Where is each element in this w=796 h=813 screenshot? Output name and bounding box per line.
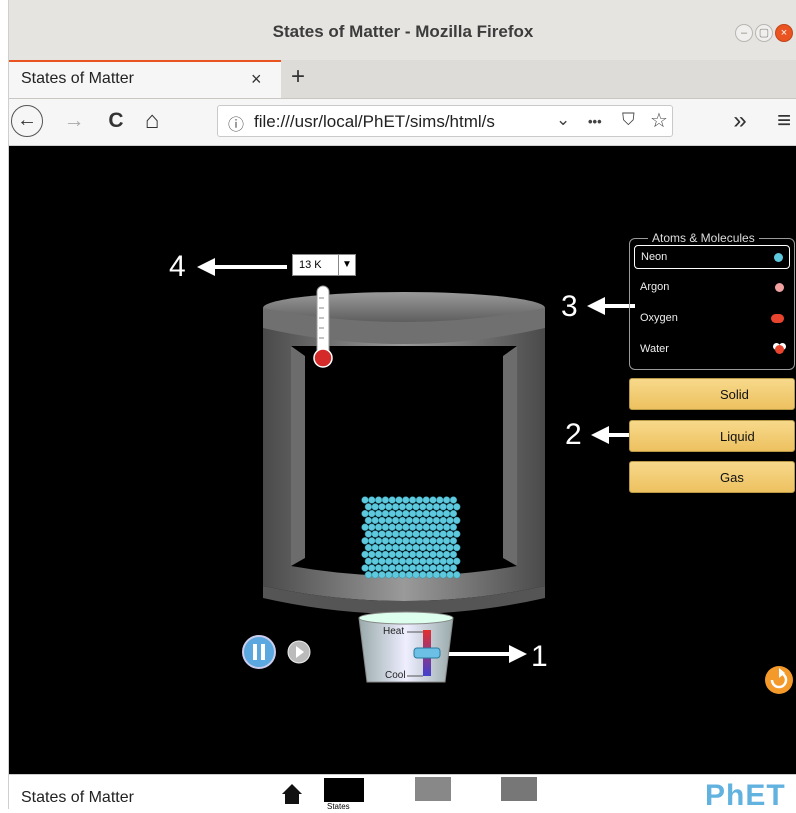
heat-label: Heat bbox=[383, 626, 405, 637]
phet-logo: PhET bbox=[705, 779, 786, 812]
temperature-value: 13 K bbox=[299, 259, 322, 271]
info-icon[interactable]: ⓘ bbox=[228, 111, 244, 135]
annotation-3: 3 bbox=[561, 290, 578, 323]
atoms-molecules-panel: Atoms & Molecules Neon Argon Oxygen Wate… bbox=[629, 231, 795, 370]
tab-label: States of Matter bbox=[21, 70, 134, 87]
screen-states-icon[interactable] bbox=[323, 777, 365, 803]
molecule-label: Neon bbox=[641, 251, 668, 263]
tab-strip: States of Matter × + bbox=[9, 60, 796, 99]
neon-atom-icon bbox=[774, 253, 783, 262]
back-button[interactable]: ← bbox=[11, 105, 43, 137]
screen-states-label: States bbox=[327, 802, 350, 811]
heat-cool-slider[interactable] bbox=[414, 648, 440, 658]
bookmark-star-icon[interactable]: ☆ bbox=[650, 108, 668, 133]
molecule-label: Argon bbox=[640, 281, 670, 293]
url-bar[interactable]: ⓘ file:///usr/local/PhET/sims/html/s ⌄ •… bbox=[217, 105, 673, 137]
annotation-2: 2 bbox=[565, 418, 582, 451]
panel-title: Atoms & Molecules bbox=[648, 231, 759, 245]
oxygen-molecule-icon bbox=[771, 314, 784, 323]
pause-button[interactable] bbox=[249, 636, 281, 668]
screen-phase-changes-icon[interactable] bbox=[415, 777, 451, 801]
url-text[interactable]: file:///usr/local/PhET/sims/html/s bbox=[254, 112, 544, 132]
liquid-label: Liquid bbox=[720, 429, 755, 444]
chevron-down-icon[interactable]: ▼ bbox=[338, 255, 355, 275]
overflow-menu-icon[interactable]: » bbox=[727, 106, 753, 136]
minimize-button[interactable]: – bbox=[735, 24, 753, 42]
pocket-icon[interactable]: ⛉ bbox=[622, 110, 635, 130]
argon-atom-icon bbox=[775, 283, 784, 292]
gas-button[interactable]: Gas bbox=[629, 461, 795, 493]
forward-button[interactable]: → bbox=[61, 106, 87, 136]
molecule-label: Water bbox=[640, 343, 669, 355]
annotation-4: 4 bbox=[169, 250, 186, 283]
url-dropdown-icon[interactable]: ⌄ bbox=[556, 110, 570, 130]
reset-all-button[interactable] bbox=[765, 666, 793, 694]
close-window-button[interactable]: × bbox=[775, 24, 793, 42]
molecule-label: Oxygen bbox=[640, 312, 678, 324]
app-title: States of Matter bbox=[21, 789, 134, 806]
reload-button[interactable]: C bbox=[103, 106, 129, 136]
maximize-button[interactable]: ▢ bbox=[755, 24, 773, 42]
new-tab-button[interactable]: + bbox=[291, 63, 305, 91]
step-button[interactable] bbox=[288, 641, 310, 663]
solid-button[interactable]: Solid bbox=[629, 378, 795, 410]
simulation-area: 4 3 2 1 13 K ▼ Heat Cool Atoms & Molecul… bbox=[9, 146, 796, 774]
molecule-option-oxygen[interactable]: Oxygen bbox=[634, 307, 790, 331]
liquid-button[interactable]: Liquid bbox=[629, 420, 795, 452]
phet-menu-icon[interactable]: ⋮ bbox=[789, 779, 796, 810]
home-screen-icon[interactable] bbox=[281, 783, 303, 805]
close-tab-icon[interactable]: × bbox=[251, 69, 262, 90]
solid-label: Solid bbox=[720, 387, 749, 402]
navigation-bar: ← → C ⌂ ⓘ file:///usr/local/PhET/sims/ht… bbox=[9, 99, 796, 146]
molecule-option-neon[interactable]: Neon bbox=[634, 245, 790, 269]
browser-window: States of Matter - Mozilla Firefox – ▢ ×… bbox=[8, 0, 796, 812]
gas-label: Gas bbox=[720, 470, 744, 485]
title-bar: States of Matter - Mozilla Firefox – ▢ × bbox=[9, 0, 796, 60]
molecule-option-water[interactable]: Water bbox=[634, 338, 790, 362]
screen-interaction-icon[interactable] bbox=[501, 777, 537, 801]
hamburger-menu-icon[interactable]: ≡ bbox=[773, 106, 795, 136]
tab-states-of-matter[interactable]: States of Matter × bbox=[9, 60, 281, 98]
temperature-units-select[interactable]: 13 K ▼ bbox=[292, 254, 356, 276]
water-molecule-icon bbox=[775, 345, 784, 354]
window-title: States of Matter - Mozilla Firefox bbox=[272, 22, 534, 41]
cool-label: Cool bbox=[385, 670, 406, 681]
page-actions-icon[interactable]: ••• bbox=[588, 114, 602, 129]
annotation-1: 1 bbox=[531, 640, 548, 673]
phet-navigation-bar: States of Matter States PhET ⋮ bbox=[9, 774, 796, 812]
home-button[interactable]: ⌂ bbox=[139, 106, 165, 136]
molecule-option-argon[interactable]: Argon bbox=[634, 276, 790, 300]
